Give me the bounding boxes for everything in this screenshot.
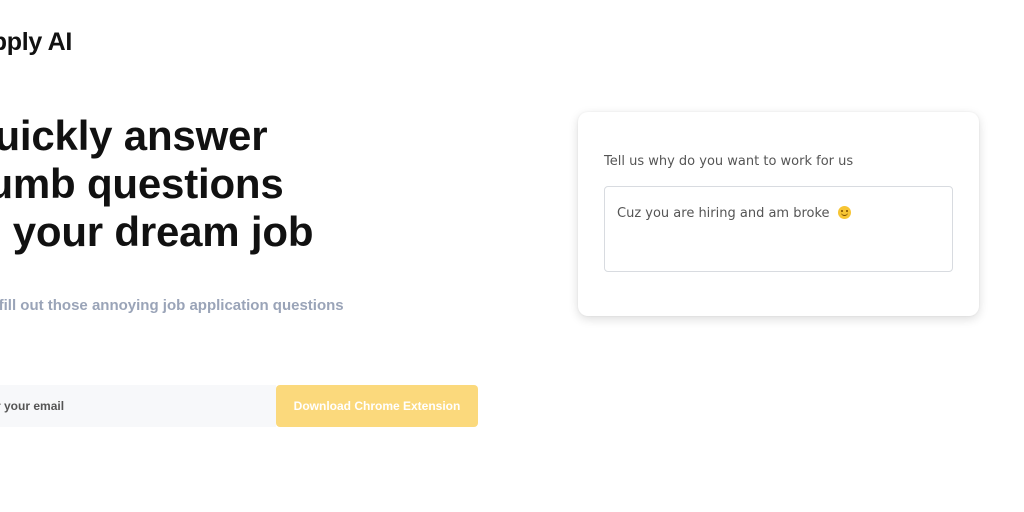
hero-headline: Quickly answer dumb questions to your dr…: [0, 112, 314, 256]
answer-box: Cuz you are hiring and am broke: [604, 186, 953, 272]
answer-text: Cuz you are hiring and am broke: [617, 206, 830, 221]
download-chrome-extension-button[interactable]: Download Chrome Extension: [276, 385, 478, 427]
smiling-face-icon: [837, 206, 851, 219]
brand-logo-text[interactable]: Apply AI: [0, 28, 72, 57]
headline-line-3: to your dream job: [0, 208, 314, 255]
hero-subtitle: Use Ai to fill out those annoying job ap…: [0, 297, 344, 314]
signup-form: Download Chrome Extension: [0, 385, 478, 427]
headline-line-1: Quickly answer: [0, 112, 268, 159]
email-input[interactable]: [0, 385, 276, 427]
headline-line-2: dumb questions: [0, 160, 284, 207]
question-label: Tell us why do you want to work for us: [604, 154, 854, 169]
landing-page: Apply AI Quickly answer dumb questions t…: [0, 0, 1024, 512]
example-question-card: Tell us why do you want to work for us C…: [578, 112, 979, 316]
